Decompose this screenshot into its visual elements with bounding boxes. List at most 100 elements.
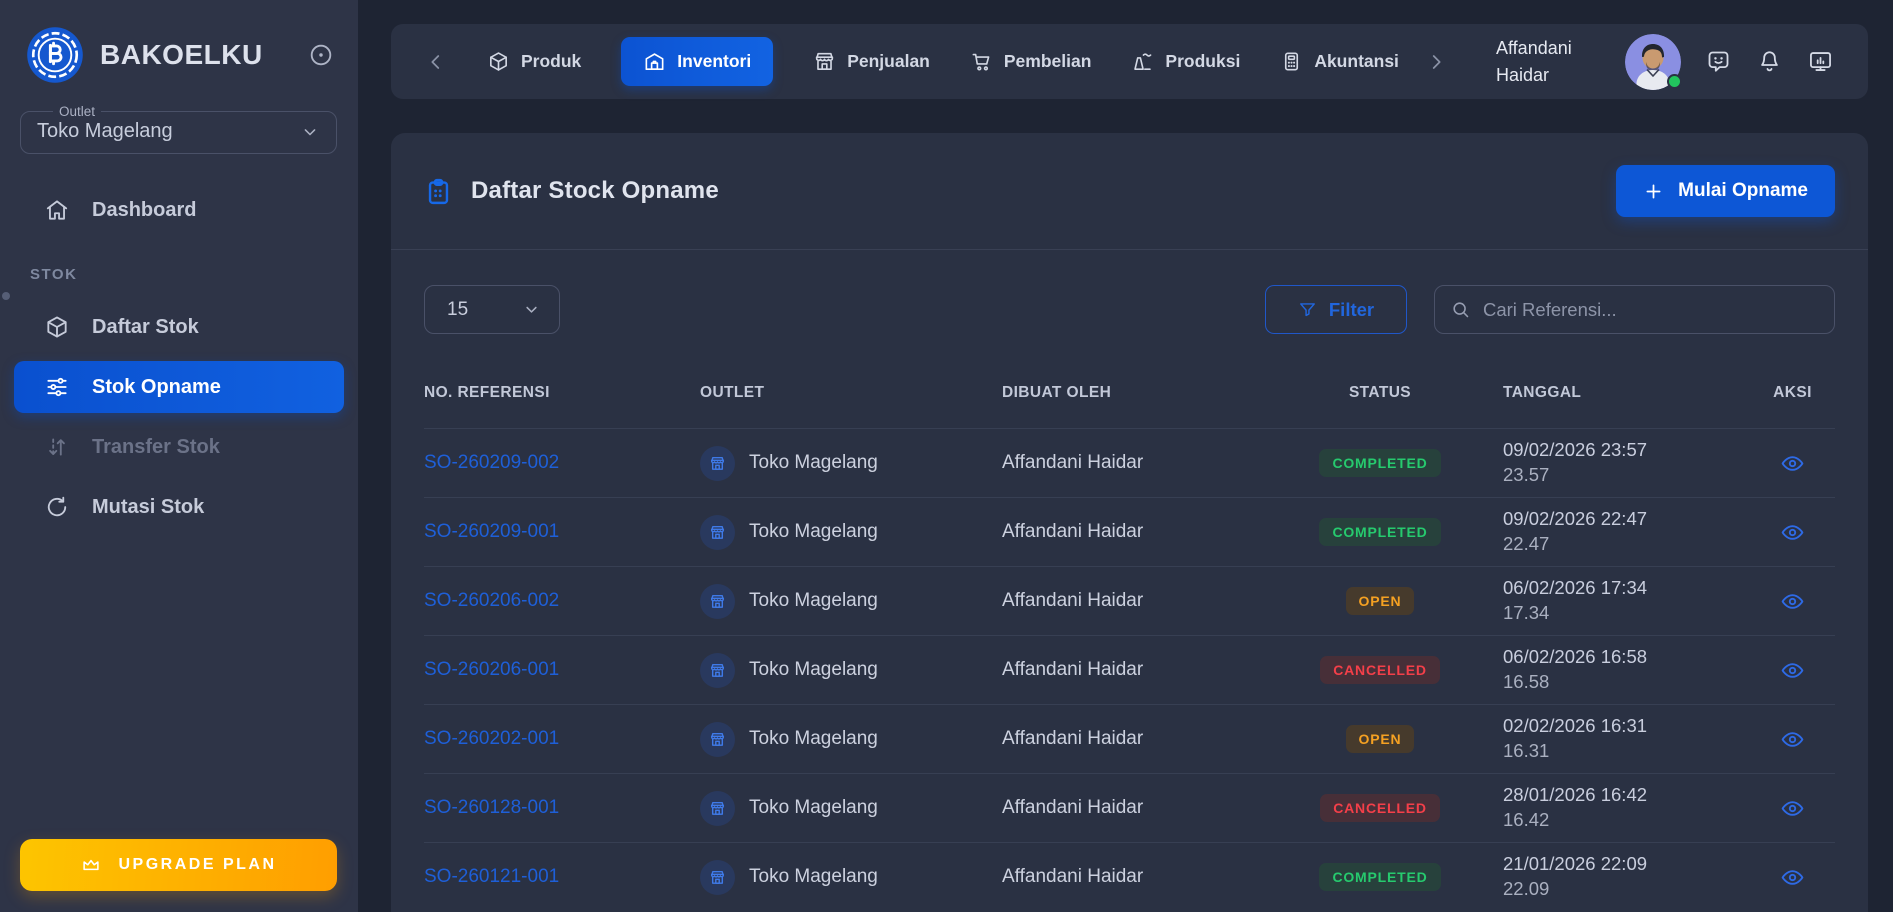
sidebar-nav: Dashboard STOK Daftar Stok Stok Opname Tra… [0,184,358,541]
sidebar-item-transfer-stok[interactable]: Transfer Stok [14,421,344,473]
row-outlet: Toko Magelang [749,866,878,887]
tab-pembelian[interactable]: Pembelian [970,50,1092,73]
sidebar-section-label: STOK [30,266,78,283]
chat-feedback-icon[interactable] [1705,48,1732,75]
sidebar-item-stok-opname[interactable]: Stok Opname [14,361,344,413]
clipboard-icon [424,177,453,206]
table-row: SO-260206-002 Toko Magelang Affandani Haid… [424,566,1835,635]
view-action-button[interactable] [1780,865,1805,890]
tab-produksi[interactable]: Produksi [1131,50,1240,73]
table-row: SO-260121-001 Toko Magelang Affandani Haid… [424,842,1835,911]
row-outlet: Toko Magelang [749,659,878,680]
sidebar: BAKOELKU Outlet Toko Magelang Dashboard … [0,0,358,912]
page-size-select[interactable]: 15 [424,285,560,334]
store-icon [700,790,735,826]
row-outlet: Toko Magelang [749,590,878,611]
sidebar-item-dashboard[interactable]: Dashboard [14,184,344,236]
cart-icon [970,50,993,73]
store-icon [700,514,735,550]
status-badge: CANCELLED [1320,656,1440,684]
user-name: Affandani Haidar [1496,38,1572,85]
sliders-icon [44,374,70,400]
sidebar-item-label: Daftar Stok [92,315,199,338]
row-ref-link[interactable]: SO-260128-001 [424,797,559,818]
eye-icon [1780,451,1805,476]
tab-label: Penjualan [847,51,930,71]
row-created-by: Affandani Haidar [1002,866,1144,887]
row-time: 22.09 [1503,878,1550,899]
view-action-button[interactable] [1780,727,1805,752]
status-badge: CANCELLED [1320,794,1440,822]
row-date: 28/01/2026 16:42 [1503,784,1648,806]
column-header: DIBUAT OLEH [1002,384,1112,401]
refresh-icon [44,494,70,520]
cube-icon [44,314,70,340]
bakoelku-logo-icon [26,26,84,84]
nav-scroll-right-icon[interactable] [1425,51,1447,73]
filter-button[interactable]: Filter [1265,285,1407,334]
search-input[interactable] [1434,285,1835,334]
factory-icon [1131,50,1154,73]
view-action-button[interactable] [1780,796,1805,821]
eye-icon [1780,727,1805,752]
store-icon [700,583,735,619]
column-header: NO. REFERENSI [424,384,550,401]
sidebar-collapse-toggle-icon[interactable] [308,42,334,68]
tab-penjualan[interactable]: Penjualan [813,50,930,73]
user-block: Affandani Haidar [1496,33,1834,90]
content-area: Produk Inventori Penjualan Pembelian Produks… [358,0,1893,912]
table-body: SO-260209-002 Toko Magelang Affandani Haid… [424,428,1835,911]
row-ref-link[interactable]: SO-260209-002 [424,452,559,473]
tab-produk[interactable]: Produk [487,50,581,73]
tab-inventori[interactable]: Inventori [621,37,774,86]
store-icon [700,652,735,688]
cube-icon [487,50,510,73]
row-created-by: Affandani Haidar [1002,728,1144,749]
sidebar-item-mutasi-stok[interactable]: Mutasi Stok [14,481,344,533]
view-action-button[interactable] [1780,658,1805,683]
row-ref-link[interactable]: SO-260209-001 [424,521,559,542]
warehouse-icon [643,50,666,73]
eye-icon [1780,520,1805,545]
view-action-button[interactable] [1780,451,1805,476]
app-root: BAKOELKU Outlet Toko Magelang Dashboard … [0,0,1893,912]
bell-icon[interactable] [1756,48,1783,75]
row-date: 06/02/2026 16:58 [1503,646,1648,668]
row-outlet: Toko Magelang [749,797,878,818]
display-icon[interactable] [1807,48,1834,75]
upgrade-plan-label: UPGRADE PLAN [118,856,277,873]
online-status-dot [1667,73,1682,89]
store-icon [700,445,735,481]
edge-dot [2,292,10,300]
eye-icon [1780,589,1805,614]
storefront-icon [813,50,836,73]
row-created-by: Affandani Haidar [1002,797,1144,818]
row-outlet: Toko Magelang [749,521,878,542]
row-ref-link[interactable]: SO-260206-001 [424,659,559,680]
row-ref-link[interactable]: SO-260206-002 [424,590,559,611]
calculator-icon [1280,50,1303,73]
sidebar-item-daftar-stok[interactable]: Daftar Stok [14,301,344,353]
transfer-icon [44,434,70,460]
outlet-selector[interactable]: Outlet Toko Magelang [20,104,337,154]
sidebar-item-label: Dashboard [92,198,197,221]
row-ref-link[interactable]: SO-260202-001 [424,728,559,749]
tab-akuntansi[interactable]: Akuntansi [1280,50,1399,73]
avatar[interactable] [1625,33,1682,90]
table-row: SO-260206-001 Toko Magelang Affandani Haid… [424,635,1835,704]
page-size-value: 15 [447,298,469,320]
table-header: NO. REFERENSI OUTLET DIBUAT OLEH STATUS … [424,334,1835,428]
nav-scroll-left-icon[interactable] [425,51,447,73]
view-action-button[interactable] [1780,589,1805,614]
search-icon [1450,299,1471,320]
row-created-by: Affandani Haidar [1002,659,1144,680]
page-title: Daftar Stock Opname [471,177,719,204]
brand-name: BAKOELKU [100,39,263,70]
store-icon [700,721,735,757]
view-action-button[interactable] [1780,520,1805,545]
eye-icon [1780,796,1805,821]
upgrade-plan-button[interactable]: UPGRADE PLAN [20,839,337,891]
tab-label: Pembelian [1003,51,1092,71]
mulai-opname-button[interactable]: Mulai Opname [1616,165,1835,217]
row-ref-link[interactable]: SO-260121-001 [424,866,559,887]
